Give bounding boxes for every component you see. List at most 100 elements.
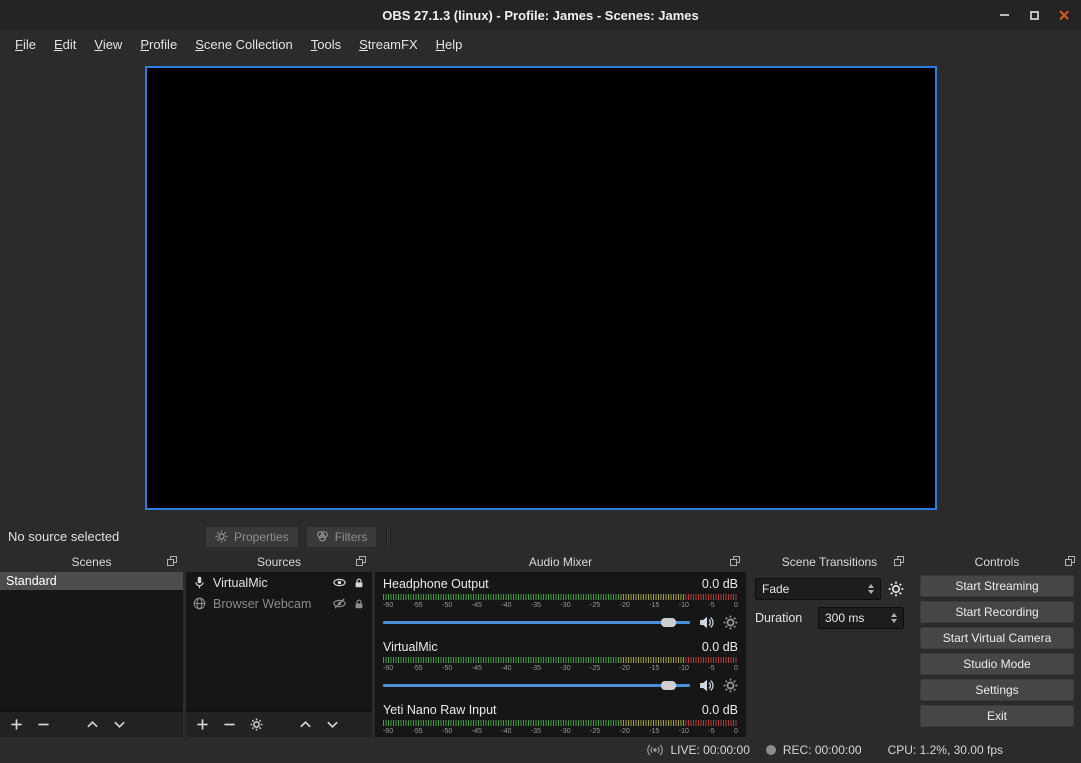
mixer-channel-level: 0.0 dB (702, 577, 738, 591)
minimize-button[interactable] (997, 8, 1011, 22)
move-scene-up-icon[interactable] (86, 718, 99, 731)
exit-button[interactable]: Exit (920, 705, 1074, 727)
transition-select[interactable]: Fade (755, 578, 881, 600)
volume-slider[interactable] (383, 675, 690, 695)
duration-spinbox[interactable]: 300 ms (818, 607, 904, 629)
add-scene-icon[interactable] (10, 718, 23, 731)
live-time: LIVE: 00:00:00 (670, 743, 749, 757)
audio-mixer-dock: Audio Mixer Headphone Output 0.0 dB -60-… (375, 551, 746, 737)
filters-label: Filters (335, 530, 368, 544)
start-virtual-camera-button[interactable]: Start Virtual Camera (920, 627, 1074, 649)
menu-profile[interactable]: Profile (131, 33, 186, 56)
toolbar-separator (386, 528, 388, 546)
controls-dock: Controls Start Streaming Start Recording… (913, 551, 1081, 737)
filter-icon (316, 530, 329, 543)
mixer-channel-name: Headphone Output (383, 577, 489, 591)
close-button[interactable] (1057, 8, 1071, 22)
audio-mixer-body: Headphone Output 0.0 dB -60-55-50-45-40-… (375, 572, 746, 737)
volume-scale: -60-55-50-45-40-35-30-25-20-15-10-50 (383, 727, 738, 736)
obs-window: OBS 27.1.3 (linux) - Profile: James - Sc… (0, 0, 1081, 763)
volume-slider-groove (383, 621, 690, 624)
menu-edit[interactable]: Edit (45, 33, 85, 56)
volume-slider[interactable] (383, 612, 690, 632)
add-source-icon[interactable] (196, 718, 209, 731)
popout-icon[interactable] (730, 556, 740, 566)
volume-meter (383, 720, 738, 726)
gear-icon (215, 530, 228, 543)
remove-source-icon[interactable] (223, 718, 236, 731)
menu-streamfx[interactable]: StreamFX (350, 33, 427, 56)
source-item[interactable]: VirtualMic (186, 572, 372, 593)
speaker-icon[interactable] (699, 678, 714, 693)
controls-body: Start Streaming Start Recording Start Vi… (913, 572, 1081, 737)
menu-scene-collection[interactable]: Scene Collection (186, 33, 302, 56)
move-source-down-icon[interactable] (326, 718, 339, 731)
status-bar: LIVE: 00:00:00 REC: 00:00:00 CPU: 1.2%, … (0, 737, 1081, 763)
controls-title: Controls (975, 555, 1020, 569)
properties-button[interactable]: Properties (205, 526, 299, 548)
lock-icon[interactable] (353, 577, 365, 589)
volume-scale: -60-55-50-45-40-35-30-25-20-15-10-50 (383, 664, 738, 673)
filters-button[interactable]: Filters (306, 526, 378, 548)
selected-source-status: No source selected (0, 529, 205, 544)
remove-scene-icon[interactable] (37, 718, 50, 731)
lock-icon[interactable] (353, 598, 365, 610)
sources-dock-header: Sources (186, 551, 372, 572)
sources-dock: Sources VirtualMic Browser Webcam (186, 551, 372, 737)
source-properties-gear-icon[interactable] (250, 718, 263, 731)
volume-meter (383, 594, 738, 600)
popout-icon[interactable] (356, 556, 366, 566)
duration-value: 300 ms (825, 611, 864, 625)
menu-help[interactable]: Help (427, 33, 472, 56)
menu-view[interactable]: View (85, 33, 131, 56)
microphone-icon (193, 576, 206, 589)
source-name: VirtualMic (213, 576, 326, 590)
controls-dock-header: Controls (913, 551, 1081, 572)
scenes-toolbar (0, 711, 183, 737)
record-dot-icon (766, 745, 776, 755)
mixer-channel-headphone-output: Headphone Output 0.0 dB -60-55-50-45-40-… (383, 576, 738, 632)
start-streaming-button[interactable]: Start Streaming (920, 575, 1074, 597)
move-scene-down-icon[interactable] (113, 718, 126, 731)
volume-meter (383, 657, 738, 663)
combo-arrows-icon[interactable] (862, 584, 874, 594)
mixer-channel-name: Yeti Nano Raw Input (383, 703, 497, 717)
preview-canvas[interactable] (145, 66, 937, 510)
transitions-body: Fade Duration 300 ms (749, 572, 910, 737)
popout-icon[interactable] (167, 556, 177, 566)
source-item[interactable]: Browser Webcam (186, 593, 372, 614)
audio-mixer-title: Audio Mixer (529, 555, 592, 569)
settings-button[interactable]: Settings (920, 679, 1074, 701)
mixer-gear-icon[interactable] (723, 678, 738, 693)
eye-icon[interactable] (333, 576, 346, 589)
eye-slash-icon[interactable] (333, 597, 346, 610)
transitions-dock-header: Scene Transitions (749, 551, 910, 572)
window-title: OBS 27.1.3 (linux) - Profile: James - Sc… (0, 8, 1081, 23)
volume-slider-handle[interactable] (661, 681, 676, 690)
volume-slider-handle[interactable] (661, 618, 676, 627)
transition-gear-icon[interactable] (888, 581, 904, 597)
cpu-fps-stats: CPU: 1.2%, 30.00 fps (888, 743, 1003, 757)
properties-label: Properties (234, 530, 289, 544)
studio-mode-button[interactable]: Studio Mode (920, 653, 1074, 675)
speaker-icon[interactable] (699, 615, 714, 630)
sources-title: Sources (257, 555, 301, 569)
maximize-button[interactable] (1027, 8, 1041, 22)
titlebar: OBS 27.1.3 (linux) - Profile: James - Sc… (0, 0, 1081, 30)
scene-item[interactable]: Standard (0, 572, 183, 590)
menu-tools[interactable]: Tools (302, 33, 350, 56)
spinbox-arrows-icon[interactable] (885, 613, 897, 623)
volume-scale: -60-55-50-45-40-35-30-25-20-15-10-50 (383, 601, 738, 610)
move-source-up-icon[interactable] (299, 718, 312, 731)
popout-icon[interactable] (1065, 556, 1075, 566)
broadcast-icon (647, 743, 663, 757)
mixer-channel-level: 0.0 dB (702, 703, 738, 717)
scenes-title: Scenes (71, 555, 111, 569)
dock-row: Scenes Standard Sources (0, 551, 1081, 737)
source-toolbar: No source selected Properties Filters (0, 522, 1081, 551)
menu-file[interactable]: File (6, 33, 45, 56)
mixer-gear-icon[interactable] (723, 615, 738, 630)
popout-icon[interactable] (894, 556, 904, 566)
start-recording-button[interactable]: Start Recording (920, 601, 1074, 623)
mixer-channel-name: VirtualMic (383, 640, 438, 654)
